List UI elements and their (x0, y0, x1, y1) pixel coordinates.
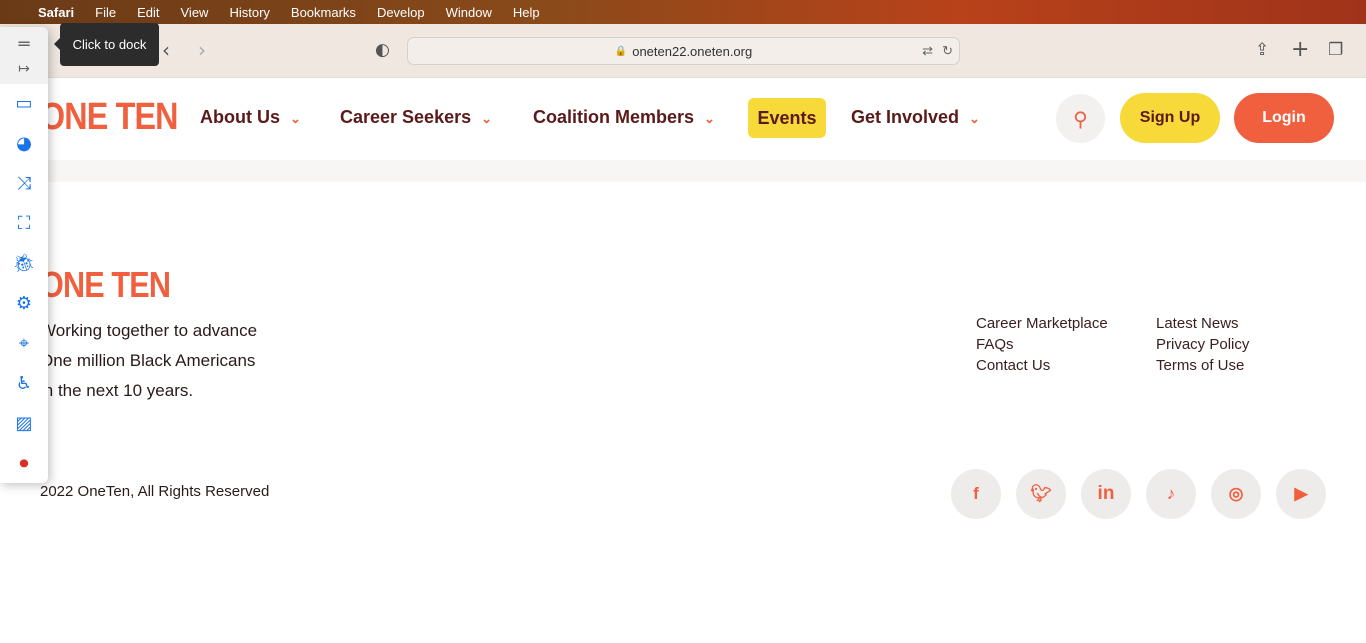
nav-get-involved[interactable]: Get Involved ⌄ (851, 107, 980, 128)
translate-icon[interactable]: ⇄ (922, 43, 933, 59)
devtools-side-panel: ═ ↦ ▭ ◕ ⤨ ⛶ 🐞︎ ⚙ ⌖ ♿︎ ▨ ⏺ (0, 27, 48, 483)
twitter-icon[interactable]: 🐦︎ (1016, 469, 1066, 519)
new-tab-icon[interactable]: + (1291, 37, 1309, 62)
instagram-icon[interactable]: ◎ (1211, 469, 1261, 519)
tagline-line: One million Black Americans (40, 351, 256, 370)
tagline-line: Working together to advance (40, 321, 258, 340)
back-icon[interactable]: ‹ (162, 38, 170, 62)
mac-menubar: Safari File Edit View History Bookmarks … (0, 0, 1366, 24)
link-contact-us[interactable]: Contact Us (976, 355, 1108, 376)
nav-label: Career Seekers (340, 107, 472, 127)
nav-events[interactable]: Events (748, 98, 826, 138)
chevron-down-icon: ⌄ (704, 111, 715, 126)
chevron-down-icon: ⌄ (481, 111, 493, 126)
nav-about-us[interactable]: About Us ⌄ (200, 107, 301, 128)
link-faqs[interactable]: FAQs (976, 334, 1108, 355)
menu-history[interactable]: History (229, 5, 269, 20)
nav-label: About Us (200, 107, 280, 127)
performance-icon[interactable]: ◕ (12, 131, 36, 155)
link-career-marketplace[interactable]: Career Marketplace (976, 313, 1108, 334)
tiktok-icon[interactable]: ♪ (1146, 469, 1196, 519)
menu-develop[interactable]: Develop (377, 5, 425, 20)
accessibility-icon[interactable]: ♿︎ (12, 371, 36, 395)
footer-logo[interactable]: ONE TEN (40, 264, 171, 306)
nav-coalition-members[interactable]: Coalition Members ⌄ (533, 107, 715, 128)
reload-icon[interactable]: ↻ (942, 43, 953, 59)
tab-overview-icon[interactable]: ❐ (1328, 40, 1343, 60)
sign-up-button[interactable]: Sign Up (1120, 93, 1220, 143)
share-icon[interactable]: ⇪ (1255, 40, 1269, 60)
menu-help[interactable]: Help (513, 5, 540, 20)
nav-label: Coalition Members (533, 107, 695, 127)
footer-links-col1: Career Marketplace FAQs Contact Us (976, 313, 1108, 376)
dock-arrow-icon[interactable]: ↦ (12, 57, 36, 81)
copyright: 2022 OneTen, All Rights Reserved (40, 483, 270, 500)
privacy-shield-icon[interactable]: ◐ (375, 40, 390, 60)
menu-file[interactable]: File (95, 5, 116, 20)
lock-icon: 🔒 (614, 45, 628, 57)
login-button[interactable]: Login (1234, 93, 1334, 143)
menu-bookmarks[interactable]: Bookmarks (291, 5, 356, 20)
link-latest-news[interactable]: Latest News (1156, 313, 1249, 334)
image-gallery-icon[interactable]: ▨ (12, 411, 36, 435)
viewport-icon[interactable]: ⛶ (12, 211, 36, 235)
menu-edit[interactable]: Edit (137, 5, 159, 20)
search-button[interactable]: ⚲ (1056, 94, 1105, 143)
address-bar[interactable]: 🔒 oneten22.oneten.org ⇄ ↻ (407, 37, 960, 65)
chevron-down-icon: ⌄ (969, 111, 980, 126)
link-terms-of-use[interactable]: Terms of Use (1156, 355, 1249, 376)
drag-handle-icon[interactable]: ═ (12, 32, 36, 56)
oneten-logo[interactable]: ONE TEN (40, 96, 178, 139)
devices-icon[interactable]: ▭ (12, 91, 36, 115)
footer-tagline: Working together to advance One million … (40, 316, 257, 406)
url-text: oneten22.oneten.org (632, 43, 753, 59)
facebook-icon[interactable]: f (951, 469, 1001, 519)
menu-window[interactable]: Window (446, 5, 492, 20)
footer-links-col2: Latest News Privacy Policy Terms of Use (1156, 313, 1249, 376)
menu-view[interactable]: View (181, 5, 209, 20)
nav-label: Get Involved (851, 107, 960, 127)
dock-tooltip: Click to dock (54, 23, 159, 66)
menu-app[interactable]: Safari (38, 5, 74, 20)
location-pin-icon[interactable]: ⌖ (12, 331, 36, 355)
nav-career-seekers[interactable]: Career Seekers ⌄ (340, 107, 492, 128)
header-divider (0, 160, 1366, 182)
link-privacy-policy[interactable]: Privacy Policy (1156, 334, 1249, 355)
search-icon: ⚲ (1073, 106, 1088, 131)
youtube-icon[interactable]: ▶ (1276, 469, 1326, 519)
stop-record-icon[interactable]: ⏺ (12, 451, 36, 475)
chevron-down-icon: ⌄ (290, 111, 301, 126)
forward-icon[interactable]: › (198, 38, 206, 62)
tagline-line: in the next 10 years. (40, 381, 194, 400)
gear-icon[interactable]: ⚙ (12, 291, 36, 315)
shuffle-icon[interactable]: ⤨ (12, 171, 36, 195)
linkedin-icon[interactable]: in (1081, 469, 1131, 519)
bug-icon[interactable]: 🐞︎ (12, 251, 36, 275)
